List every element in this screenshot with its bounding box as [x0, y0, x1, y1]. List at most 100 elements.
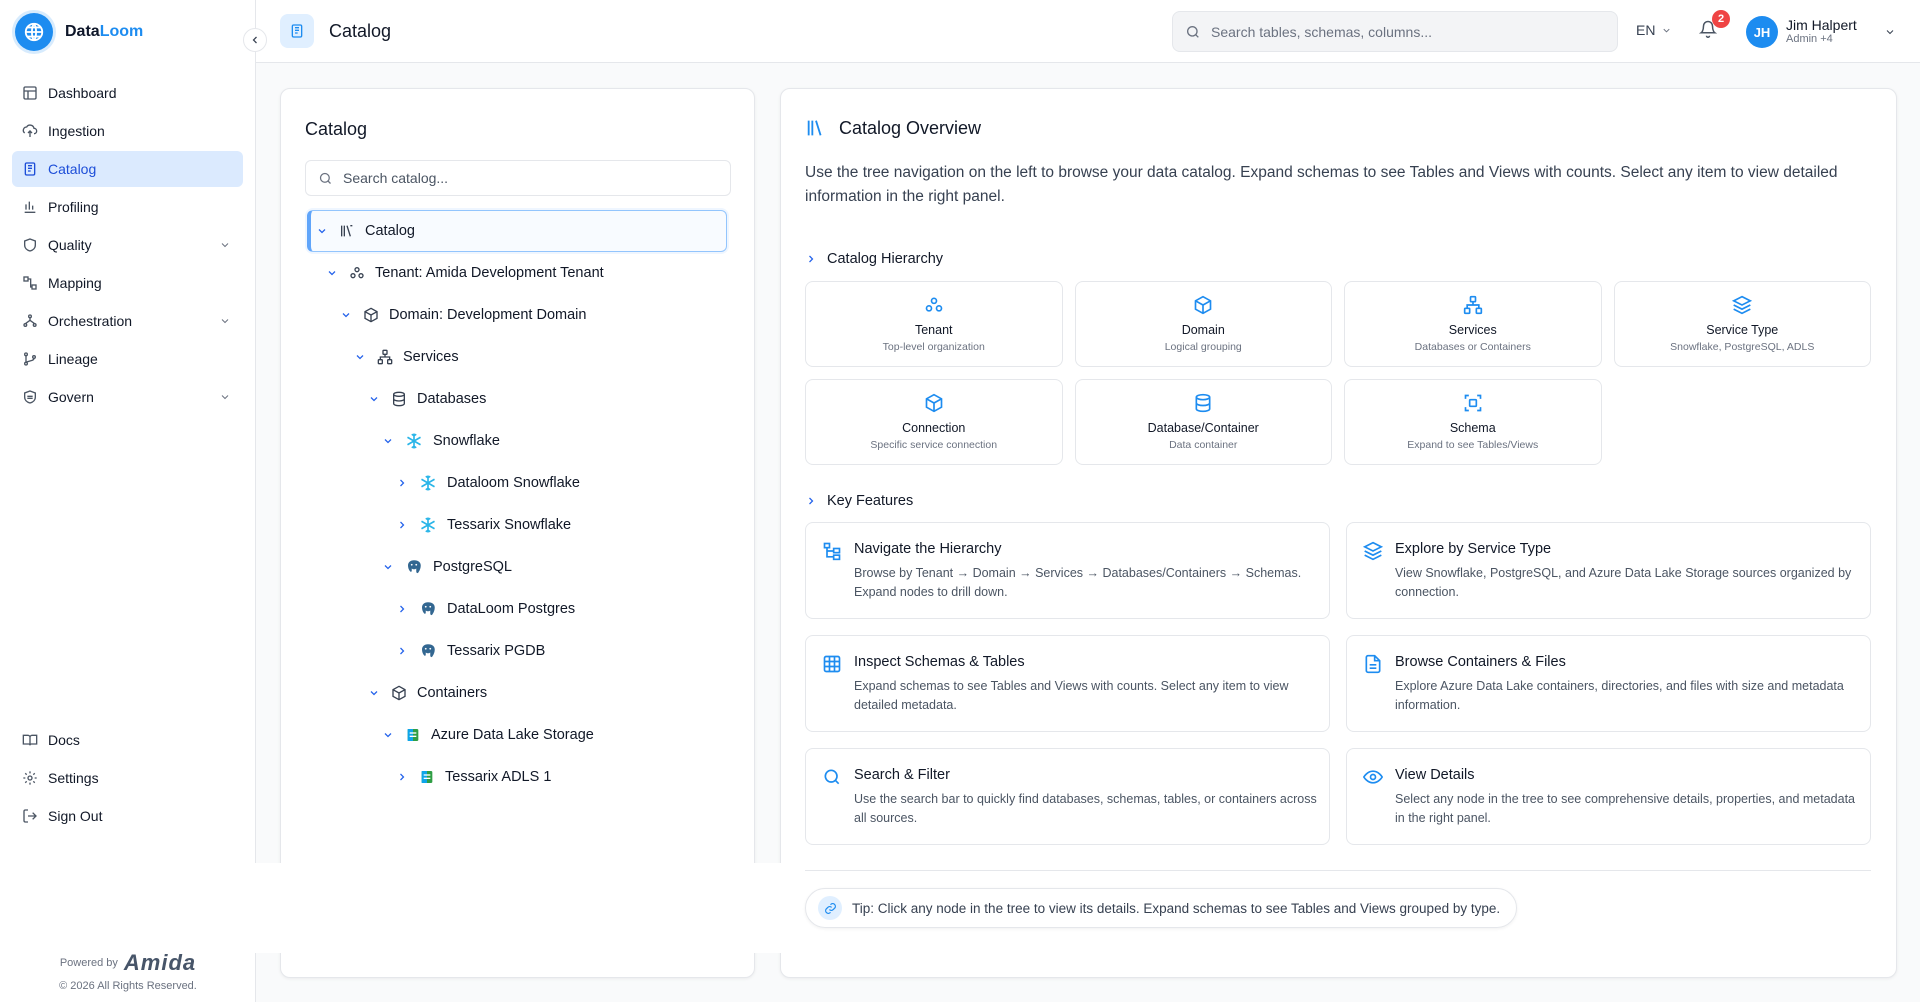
sidebar-item-quality[interactable]: Quality: [12, 227, 243, 263]
chevron-down-icon[interactable]: [219, 239, 231, 251]
chevron-right-icon[interactable]: [395, 477, 409, 489]
chevron-down-icon[interactable]: [339, 309, 353, 321]
search-icon: [1187, 25, 1199, 38]
tree-node-tenant[interactable]: Tenant: Amida Development Tenant: [307, 252, 727, 294]
section-label: Catalog Hierarchy: [827, 251, 944, 267]
catalog-hierarchy-heading[interactable]: Catalog Hierarchy: [805, 251, 943, 267]
sidebar-item-settings[interactable]: Settings: [12, 760, 243, 796]
avatar[interactable]: JH: [1746, 16, 1778, 48]
chevron-down-icon[interactable]: [367, 687, 381, 699]
chevron-right-icon[interactable]: [395, 645, 409, 657]
feature-title: View Details: [1395, 767, 1475, 783]
tree-node-label: Azure Data Lake Storage: [431, 727, 594, 743]
sidebar-item-label: Settings: [48, 770, 99, 786]
chevron-down-icon[interactable]: [381, 729, 395, 741]
bottom-nav: Docs Settings Sign Out: [12, 722, 243, 836]
hierarchy-card-subtitle: Snowflake, PostgreSQL, ADLS: [1670, 341, 1815, 353]
collapse-sidebar-button[interactable]: [243, 28, 267, 52]
tree-node-snowflake[interactable]: Snowflake: [307, 420, 727, 462]
chevron-down-icon[interactable]: [219, 315, 231, 327]
feature-card-navigate: Navigate the Hierarchy Browse by Tenant …: [805, 522, 1330, 619]
tree-node-catalog[interactable]: Catalog: [307, 210, 727, 252]
tree-node-tessarix-snowflake[interactable]: Tessarix Snowflake: [307, 504, 727, 546]
chevron-right-icon[interactable]: [395, 519, 409, 531]
tree-node-label: Catalog: [365, 223, 415, 239]
language-selector[interactable]: EN: [1636, 22, 1672, 38]
chevron-down-icon[interactable]: [219, 391, 231, 403]
catalog-search-input[interactable]: [343, 170, 713, 186]
snowflake-icon: [421, 517, 435, 533]
global-search[interactable]: [1172, 11, 1618, 52]
hierarchy-card-subtitle: Expand to see Tables/Views: [1407, 439, 1539, 451]
user-name[interactable]: Jim Halpert: [1786, 17, 1857, 33]
chevron-down-icon: [1663, 28, 1671, 33]
feature-title: Navigate the Hierarchy: [854, 541, 1002, 557]
tip-banner: Tip: Click any node in the tree to view …: [805, 888, 1518, 928]
sidebar-item-docs[interactable]: Docs: [12, 722, 243, 758]
sidebar-item-orchestration[interactable]: Orchestration: [12, 303, 243, 339]
hierarchy-card-domain: Domain Logical grouping: [1074, 281, 1332, 367]
tree-node-dataloom-snowflake[interactable]: Dataloom Snowflake: [307, 462, 727, 504]
chevron-right-icon[interactable]: [395, 603, 409, 615]
sidebar-item-govern[interactable]: Govern: [12, 379, 243, 415]
hierarchy-card-title: Domain: [1181, 323, 1225, 337]
tree-node-dataloom-postgres[interactable]: DataLoom Postgres: [307, 588, 727, 630]
chevron-down-icon[interactable]: [325, 267, 339, 279]
global-search-input[interactable]: [1211, 23, 1591, 40]
tree-node-databases[interactable]: Databases: [307, 378, 727, 420]
catalog-icon: [24, 162, 36, 176]
chevron-down-icon[interactable]: [381, 561, 395, 573]
sidebar-item-dashboard[interactable]: Dashboard: [12, 75, 243, 111]
chevron-down-icon[interactable]: [353, 351, 367, 363]
powered-by: Powered by Amida © 2026 All Rights Reser…: [0, 950, 256, 992]
library-icon: [807, 120, 822, 136]
chevron-down-icon[interactable]: [1884, 26, 1896, 38]
sidebar-item-profiling[interactable]: Profiling: [12, 189, 243, 225]
hierarchy-card-subtitle: Top-level organization: [882, 341, 985, 353]
tree-node-tessarix-adls[interactable]: Tessarix ADLS 1: [307, 756, 727, 798]
tree-node-label: Domain: Development Domain: [389, 307, 587, 323]
tree-node-containers[interactable]: Containers: [307, 672, 727, 714]
chevron-down-icon[interactable]: [381, 435, 395, 447]
sidebar-item-catalog[interactable]: Catalog: [12, 151, 243, 187]
tree-node-label: Tenant: Amida Development Tenant: [375, 265, 604, 281]
tree-node-postgresql[interactable]: PostgreSQL: [307, 546, 727, 588]
sidebar-item-lineage[interactable]: Lineage: [12, 341, 243, 377]
snowflake-icon: [421, 475, 435, 491]
sidebar-item-sign-out[interactable]: Sign Out: [12, 798, 243, 834]
library-icon: [341, 225, 353, 237]
sidebar-item-label: Sign Out: [48, 808, 103, 824]
chevron-left-icon: [252, 36, 257, 44]
overview-intro: Use the tree navigation on the left to b…: [805, 164, 1838, 205]
language-label: EN: [1636, 22, 1656, 38]
postgres-icon: [422, 644, 435, 658]
shield-icon: [24, 238, 36, 252]
sidebar-item-label: Ingestion: [48, 123, 105, 139]
tree-node-tessarix-pgdb[interactable]: Tessarix PGDB: [307, 630, 727, 672]
sidebar-item-ingestion[interactable]: Ingestion: [12, 113, 243, 149]
chevron-down-icon[interactable]: [315, 225, 329, 237]
postgres-icon: [422, 602, 435, 616]
workflow-icon: [23, 314, 37, 327]
user-role: Admin +4: [1786, 33, 1833, 45]
chevron-right-icon[interactable]: [395, 771, 409, 783]
hierarchy-card-title: Services: [1448, 323, 1497, 337]
tree-node-domain[interactable]: Domain: Development Domain: [307, 294, 727, 336]
amida-logo: Amida: [123, 950, 197, 975]
overview-title: Catalog Overview: [839, 117, 982, 138]
catalog-search[interactable]: [305, 160, 731, 196]
sidebar-item-mapping[interactable]: Mapping: [12, 265, 243, 301]
tree-node-azure-data-lake[interactable]: Azure Data Lake Storage: [307, 714, 727, 756]
feature-title: Browse Containers & Files: [1395, 654, 1566, 670]
hierarchy-card-subtitle: Logical grouping: [1164, 341, 1242, 353]
sidebar-item-label: Mapping: [48, 275, 102, 291]
tree-node-services[interactable]: Services: [307, 336, 727, 378]
powered-by-label: Powered by: [59, 957, 118, 969]
sidebar-item-label: Orchestration: [48, 313, 133, 329]
chevron-down-icon[interactable]: [367, 393, 381, 405]
key-features-heading[interactable]: Key Features: [805, 493, 913, 509]
cube-icon: [392, 685, 406, 701]
app-logo[interactable]: DataLoom: [15, 13, 143, 51]
schema-icon: [1464, 394, 1482, 412]
hierarchy-card-title: Service Type: [1706, 323, 1779, 337]
